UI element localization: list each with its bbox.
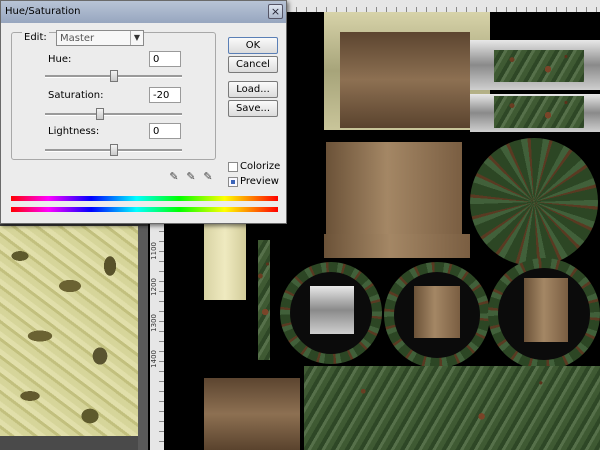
ruler-mark: 1100 xyxy=(150,242,158,260)
eyedropper-plus-icon[interactable]: ✎ xyxy=(184,170,198,184)
texture-panel-box xyxy=(326,142,462,242)
vertical-ruler[interactable]: 1100 1200 1300 1400 xyxy=(150,222,164,450)
ruler-mark: 1200 xyxy=(150,278,158,296)
texture-ring-center xyxy=(384,262,490,368)
load-button[interactable]: Load... xyxy=(228,81,278,98)
input-hue-spectrum xyxy=(11,196,278,201)
edit-channel-value: Master xyxy=(60,33,95,44)
texture-panel-cream xyxy=(204,222,246,300)
output-hue-spectrum xyxy=(11,207,278,212)
preview-checkbox[interactable] xyxy=(228,177,238,187)
close-button[interactable]: × xyxy=(268,4,283,19)
cancel-button[interactable]: Cancel xyxy=(228,56,278,73)
lightness-label: Lightness: xyxy=(48,126,100,137)
eyedropper-icon[interactable]: ✎ xyxy=(167,170,181,184)
saturation-slider-thumb[interactable] xyxy=(95,108,104,120)
texture-ring-right xyxy=(488,258,600,370)
ruler-mark: 1300 xyxy=(150,314,158,332)
saturation-label: Saturation: xyxy=(48,90,104,101)
saturation-slider-track[interactable] xyxy=(45,113,182,116)
texture-panel-brown xyxy=(340,32,470,128)
save-button[interactable]: Save... xyxy=(228,100,278,117)
preview-label: Preview xyxy=(240,176,279,187)
colorize-checkbox[interactable] xyxy=(228,162,238,172)
horizontal-ruler[interactable] xyxy=(286,0,600,12)
texture-ring-large xyxy=(470,138,598,266)
hue-label: Hue: xyxy=(48,54,72,65)
texture-rust-bottom xyxy=(304,366,600,450)
dialog-title: Hue/Saturation xyxy=(5,6,81,17)
eyedropper-minus-icon[interactable]: ✎ xyxy=(201,170,215,184)
texture-rust-strip xyxy=(258,240,270,360)
ok-button[interactable]: OK xyxy=(228,37,278,54)
left-document-canvas[interactable] xyxy=(0,226,138,436)
saturation-input[interactable] xyxy=(149,87,181,103)
edit-group-box xyxy=(11,32,216,160)
texture-ring-left xyxy=(280,262,382,364)
hue-input[interactable] xyxy=(149,51,181,67)
texture-rust-top xyxy=(494,50,584,82)
left-document-statusbar xyxy=(0,436,138,450)
texture-panel-bar xyxy=(324,234,470,258)
hue-slider-thumb[interactable] xyxy=(109,70,118,82)
chevron-down-icon: ▼ xyxy=(130,31,143,45)
edit-label: Edit: xyxy=(22,32,49,43)
left-document-scrollbar[interactable] xyxy=(138,226,148,450)
colorize-label: Colorize xyxy=(240,161,281,172)
texture-rust-mid xyxy=(494,96,584,128)
lightness-slider-thumb[interactable] xyxy=(109,144,118,156)
lightness-input[interactable] xyxy=(149,123,181,139)
texture-panel-bottom-left xyxy=(204,378,300,450)
ruler-mark: 1400 xyxy=(150,350,158,368)
edit-channel-select[interactable]: Master ▼ xyxy=(56,30,144,46)
dialog-titlebar[interactable]: Hue/Saturation × xyxy=(1,1,286,23)
hue-saturation-dialog: Hue/Saturation × Edit: Master ▼ Hue: Sat… xyxy=(0,0,287,224)
